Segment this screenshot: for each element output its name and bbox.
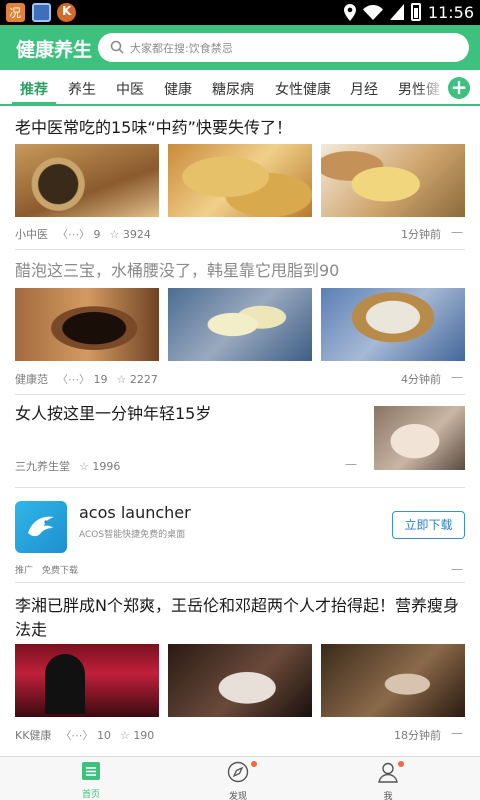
article-title: 李湘已胖成N个郑爽，王岳伦和邓超两个人才抬得起！营养瘦身法走: [15, 596, 459, 639]
category-tabs: 推荐 养生 中医 健康 糖尿病 女性健康 月经 男性健 +: [0, 70, 480, 106]
star-icon: ☆: [109, 227, 120, 241]
article-source: 健康范: [15, 373, 48, 386]
ad-sub: 免费下载: [42, 566, 79, 576]
download-button[interactable]: 立即下载: [392, 511, 465, 539]
list-item[interactable]: 老中医常吃的15味“中药”快要失传了！ 小中医 〈⋯〉 9 ☆ 3924 1分钟…: [15, 108, 465, 250]
like-count: 2227: [129, 372, 158, 386]
notification-dot: [251, 761, 257, 767]
app-header: 健康养生 大家都在搜:饮食禁忌: [0, 25, 480, 70]
article-source: KK健康: [15, 729, 52, 742]
like-count: 1996: [92, 459, 121, 473]
article-title: 女人按这里一分钟年轻15岁: [15, 404, 212, 423]
article-thumbnail: [15, 644, 159, 717]
article-thumbnail: [15, 144, 159, 217]
status-bar: 11:56: [0, 0, 480, 25]
app-notification-icon: [57, 3, 76, 22]
search-icon: [110, 40, 124, 54]
comment-icon: 〈⋯〉: [60, 729, 94, 742]
comment-count: 10: [96, 729, 111, 742]
star-icon: ☆: [79, 459, 89, 473]
article-thumbnail: [15, 288, 159, 361]
location-icon: [343, 3, 356, 21]
ad-description: ACOS智能快捷免费的桌面: [79, 530, 186, 540]
search-placeholder: 大家都在搜:饮食禁忌: [130, 42, 233, 55]
add-channel-button[interactable]: +: [448, 77, 470, 99]
tab-menstruation[interactable]: 月经: [350, 79, 378, 99]
notification-dot: [398, 761, 404, 767]
ad-app-name: acos launcher: [79, 503, 191, 522]
comment-count: 19: [93, 373, 108, 386]
dismiss-button[interactable]: —: [345, 457, 357, 471]
star-icon: ☆: [116, 372, 127, 386]
dismiss-button[interactable]: —: [451, 562, 463, 576]
list-item[interactable]: 女人按这里一分钟年轻15岁 三九养生堂 ☆ 1996 —: [15, 396, 465, 488]
ad-tag: 推广: [15, 566, 34, 576]
compass-icon: [227, 761, 249, 783]
nav-home[interactable]: 首页: [61, 761, 121, 800]
article-thumbnail: [168, 144, 312, 217]
app-title: 健康养生: [16, 39, 93, 61]
bottom-navigation: 首页 发现 我: [0, 756, 480, 800]
article-thumbnail: [374, 406, 465, 470]
like-count: 3924: [122, 227, 151, 241]
acos-launcher-icon: [15, 501, 67, 553]
dismiss-button[interactable]: —: [451, 726, 463, 740]
article-title: 醋泡这三宝，水桶腰没了，韩星靠它甩脂到90: [15, 261, 340, 280]
like-count: 190: [133, 728, 155, 742]
list-item[interactable]: 李湘已胖成N个郑爽，王岳伦和邓超两个人才抬得起！营养瘦身法走 KK健康 〈⋯〉 …: [15, 584, 465, 756]
ad-item[interactable]: acos launcher ACOS智能快捷免费的桌面 立即下载 推广 免费下载…: [15, 489, 465, 583]
nav-me-label: 我: [383, 792, 393, 800]
article-thumbnail: [321, 644, 465, 717]
app-notification-icon: [32, 3, 51, 22]
dismiss-button[interactable]: —: [451, 370, 463, 384]
app-notification-icon: [6, 3, 25, 22]
search-input[interactable]: 大家都在搜:饮食禁忌: [98, 33, 469, 62]
dismiss-button[interactable]: —: [451, 225, 463, 239]
comment-icon: 〈⋯〉: [57, 228, 90, 241]
tab-recommend[interactable]: 推荐: [20, 79, 48, 99]
tab-womens-health[interactable]: 女性健康: [275, 79, 331, 99]
user-icon: [378, 762, 398, 783]
tab-health-preserving[interactable]: 养生: [68, 79, 96, 99]
clock: 11:56: [427, 2, 474, 22]
home-icon: [82, 762, 100, 780]
comment-count: 9: [93, 228, 101, 241]
battery-icon: [410, 3, 421, 21]
news-feed: 老中医常吃的15味“中药”快要失传了！ 小中医 〈⋯〉 9 ☆ 3924 1分钟…: [0, 108, 480, 756]
signal-icon: [389, 4, 404, 20]
nav-me[interactable]: 我: [358, 761, 418, 800]
article-thumbnail: [321, 144, 465, 217]
star-icon: ☆: [119, 728, 130, 742]
nav-home-label: 首页: [81, 790, 100, 800]
article-thumbnail: [168, 288, 312, 361]
article-thumbnail: [321, 288, 465, 361]
active-tab-indicator: [12, 102, 56, 104]
tab-diabetes[interactable]: 糖尿病: [212, 79, 254, 99]
nav-discover-label: 发现: [228, 792, 247, 800]
nav-discover[interactable]: 发现: [208, 761, 268, 800]
article-time: 1分钟前: [401, 228, 441, 241]
wifi-icon: [362, 4, 383, 20]
article-time: 4分钟前: [401, 373, 441, 386]
article-time: 18分钟前: [394, 729, 441, 742]
tab-tcm[interactable]: 中医: [116, 79, 144, 99]
article-thumbnail: [168, 644, 312, 717]
tab-health[interactable]: 健康: [164, 79, 192, 99]
comment-icon: 〈⋯〉: [57, 373, 90, 386]
article-title: 老中医常吃的15味“中药”快要失传了！: [15, 118, 292, 137]
list-item[interactable]: 醋泡这三宝，水桶腰没了，韩星靠它甩脂到90 健康范 〈⋯〉 19 ☆ 2227 …: [15, 251, 465, 395]
article-source: 小中医: [15, 228, 48, 241]
article-source: 三九养生堂: [15, 460, 70, 473]
